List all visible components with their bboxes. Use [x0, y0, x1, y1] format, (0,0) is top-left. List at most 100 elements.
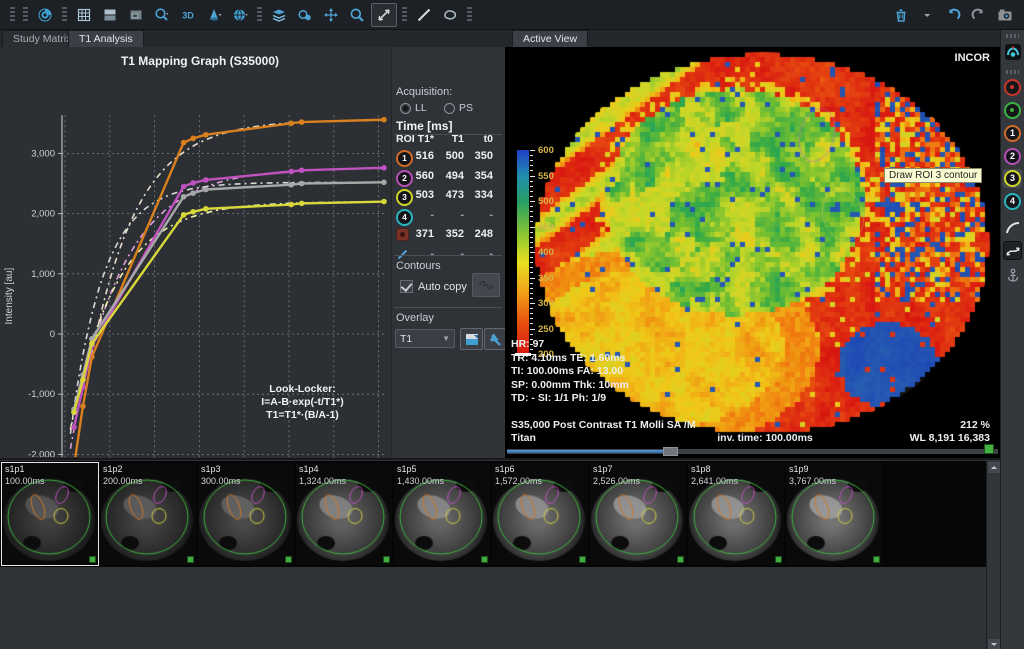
- thumbnail-inversion-time: 1,324.00ms: [299, 476, 346, 486]
- scan-info-line: SP: 0.00mm Thk: 10mm: [511, 379, 629, 391]
- toolbar-grip[interactable]: [257, 7, 262, 23]
- roi-table-row[interactable]: 3503473334: [392, 187, 506, 207]
- zoom-icon[interactable]: [345, 4, 369, 26]
- epi-contour-button[interactable]: [1003, 101, 1022, 120]
- arc-tool-button[interactable]: [1003, 218, 1022, 237]
- series-filmstrip: s1p1100.00mss1p2200.00mss1p3300.00mss1p4…: [0, 458, 1000, 649]
- thumbnail-status-indicator: [187, 556, 194, 563]
- measure-line-icon[interactable]: [412, 4, 436, 26]
- pan-icon[interactable]: [319, 4, 343, 26]
- roi-4-button[interactable]: 4: [1003, 192, 1022, 211]
- colorbar-tick-label: 400: [538, 247, 554, 258]
- redo-icon[interactable]: [967, 4, 991, 26]
- copy-contours-button[interactable]: [472, 273, 500, 297]
- sidebar-grip[interactable]: [1006, 70, 1019, 74]
- thumbnail-label: s1p4: [299, 464, 319, 474]
- filmstrip-thumbnail-s1p2[interactable]: s1p2200.00ms: [100, 463, 196, 565]
- radio-ps[interactable]: PS: [444, 102, 473, 114]
- crosshair-jump-icon[interactable]: [371, 3, 397, 27]
- filmstrip-scrollbar[interactable]: [986, 461, 1000, 649]
- layout-protocol-icon[interactable]: [124, 4, 148, 26]
- tab-active-view[interactable]: Active View: [512, 30, 588, 47]
- contours-label: Contours: [396, 260, 441, 272]
- loupe-dropdown-icon[interactable]: [150, 4, 174, 26]
- scroll-up-arrow[interactable]: [988, 462, 1000, 473]
- overlay-map-toggle-button[interactable]: [460, 328, 483, 350]
- 3d-icon[interactable]: 3D: [176, 4, 200, 26]
- roi-2-button[interactable]: 2: [1003, 147, 1022, 166]
- tab-t1-analysis[interactable]: T1 Analysis: [68, 30, 144, 47]
- overlay-settings-button[interactable]: [484, 328, 506, 350]
- thumbnail-inversion-time: 1,572.00ms: [495, 476, 542, 486]
- roi-table-row[interactable]: 371352248: [392, 226, 506, 246]
- toolbar-grip[interactable]: [10, 7, 15, 23]
- annotation-line: T1=T1*·(B/A-1): [225, 409, 380, 422]
- roi-table-row[interactable]: 4---: [392, 207, 506, 227]
- trash-caret-icon[interactable]: [915, 4, 939, 26]
- delete-trash-icon[interactable]: [889, 4, 913, 26]
- toolbar-grip[interactable]: [62, 7, 67, 23]
- roi-value-t0: 350: [457, 150, 493, 162]
- filmstrip-thumbnail-s1p3[interactable]: s1p3300.00ms: [198, 463, 294, 565]
- roi-table-row[interactable]: 2560494354: [392, 168, 506, 188]
- mask-tool-button[interactable]: [1003, 42, 1022, 61]
- endo-contour-button[interactable]: [1003, 78, 1022, 97]
- roi-1-button[interactable]: 1: [1003, 124, 1022, 143]
- auto-copy-checkbox[interactable]: Auto copy: [400, 280, 467, 293]
- filmstrip-thumbnail-s1p5[interactable]: s1p51,430.00ms: [394, 463, 490, 565]
- toolbar-grip[interactable]: [23, 7, 28, 23]
- layout-split-icon[interactable]: [98, 4, 122, 26]
- windowing-icon[interactable]: [293, 4, 317, 26]
- thumbnail-label: s1p1: [5, 464, 25, 474]
- mpr-cone-dropdown-icon[interactable]: [202, 4, 226, 26]
- toolbar-grip[interactable]: [402, 7, 407, 23]
- overlay-select[interactable]: T1 ▼: [395, 329, 455, 348]
- thumbnail-label: s1p7: [593, 464, 613, 474]
- colorbar-tick-label: 600: [538, 145, 554, 156]
- scan-info-line: TD: - SI: 1/1 Ph: 1/9: [511, 392, 606, 404]
- tab-strip: Study Matrix T1 Analysis Active View: [0, 30, 1024, 48]
- station-name: Titan: [511, 432, 536, 444]
- filmstrip-thumbnail-s1p7[interactable]: s1p7 2,526.00ms: [590, 463, 686, 565]
- svg-text:0: 0: [50, 329, 55, 340]
- radio-ll[interactable]: LL: [400, 102, 427, 114]
- vendor-label: INCOR: [955, 52, 990, 64]
- colorbar-tick-label: 500: [538, 196, 554, 207]
- filmstrip-track: s1p1100.00mss1p2200.00mss1p3300.00mss1p4…: [0, 461, 986, 567]
- thumbnail-label: s1p3: [201, 464, 221, 474]
- thumbnail-inversion-time: 2,526.00ms: [593, 476, 640, 486]
- filmstrip-thumbnail-s1p1[interactable]: s1p1100.00ms: [2, 463, 98, 565]
- draw-roi-tooltip: Draw ROI 3 contour: [884, 168, 982, 183]
- roi-3-button[interactable]: 3: [1003, 169, 1022, 188]
- thumbnail-label: s1p5: [397, 464, 417, 474]
- scan-info-line: HR: 97: [511, 338, 544, 350]
- freehand-contour-icon[interactable]: [438, 4, 462, 26]
- svg-text:-1,000: -1,000: [28, 389, 55, 400]
- thumbnail-label: s1p9: [789, 464, 809, 474]
- phase-slider-handle[interactable]: [663, 447, 678, 456]
- graph-title: T1 Mapping Graph (S35000): [60, 54, 340, 68]
- patient-db-icon[interactable]: [33, 4, 57, 26]
- roi-1-icon: 1: [1004, 125, 1021, 142]
- spline-tool-button[interactable]: [1003, 241, 1022, 260]
- t1-controls-panel: Acquisition: LL PS Time [ms] ROIT1*T1t01…: [391, 47, 505, 458]
- stack-layers-icon[interactable]: [267, 4, 291, 26]
- sidebar-grip[interactable]: [1006, 34, 1019, 38]
- roi-value-t0: 354: [457, 170, 493, 182]
- snapshot-camera-icon[interactable]: [993, 4, 1017, 26]
- orientation-globe-dropdown-icon[interactable]: [228, 4, 252, 26]
- filmstrip-thumbnail-s1p4[interactable]: s1p4 1,324.00ms: [296, 463, 392, 565]
- anchor-tool-button[interactable]: [1003, 266, 1022, 285]
- filmstrip-thumbnail-s1p9[interactable]: s1p93,767.00ms: [786, 463, 882, 565]
- undo-icon[interactable]: [941, 4, 965, 26]
- active-view-viewport[interactable]: INCOR 600550500450400350300250200 HR: 97…: [505, 47, 1000, 458]
- scroll-down-arrow[interactable]: [988, 639, 1000, 649]
- filmstrip-thumbnail-s1p6[interactable]: s1p61,572.00ms: [492, 463, 588, 565]
- radio-ps-label: PS: [459, 102, 473, 114]
- toolbar-grip[interactable]: [467, 7, 472, 23]
- contour-tool-sidebar: 1 2 3 4: [1000, 30, 1024, 649]
- study-matrix-icon[interactable]: [72, 4, 96, 26]
- roi-table-row[interactable]: 1516500350: [392, 148, 506, 168]
- annotation-line: Look-Locker:: [225, 383, 380, 396]
- filmstrip-thumbnail-s1p8[interactable]: s1p82,641.00ms: [688, 463, 784, 565]
